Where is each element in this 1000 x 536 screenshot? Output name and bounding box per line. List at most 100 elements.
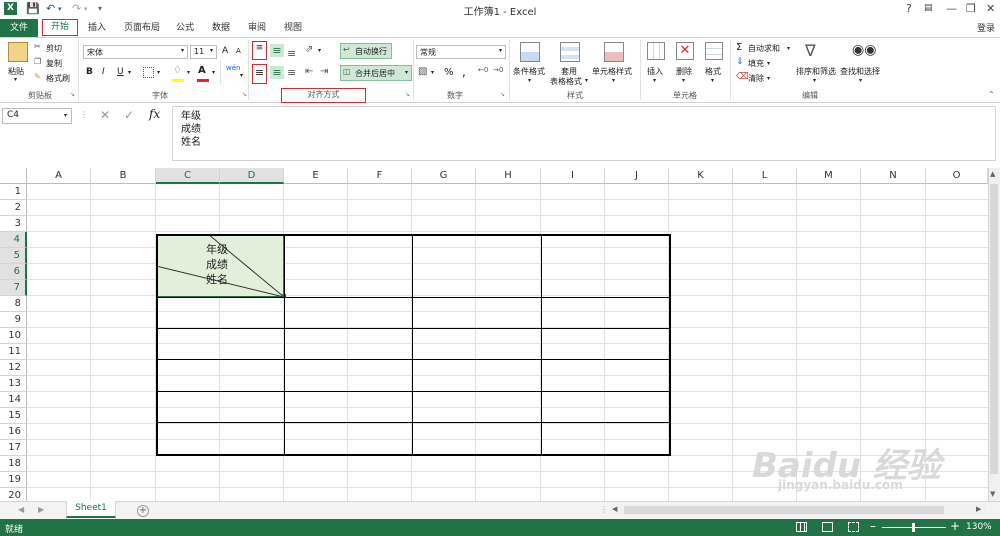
decrease-indent-button[interactable]: ⇤ bbox=[305, 66, 313, 77]
shrink-font-button[interactable]: A bbox=[236, 47, 241, 55]
sort-dropdown-icon[interactable]: ▾ bbox=[813, 77, 816, 84]
column-header-m[interactable]: M bbox=[797, 168, 861, 184]
row-header-8[interactable]: 8 bbox=[0, 296, 27, 312]
scroll-up-icon[interactable]: ▲ bbox=[990, 170, 995, 178]
format-dropdown-icon[interactable]: ▾ bbox=[711, 77, 714, 84]
increase-decimal-icon[interactable]: ←0 bbox=[478, 66, 488, 74]
row-header-9[interactable]: 9 bbox=[0, 312, 27, 328]
row-header-11[interactable]: 11 bbox=[0, 344, 27, 360]
borders-dropdown-icon[interactable]: ▾ bbox=[157, 69, 160, 76]
formula-input[interactable]: 年级 成绩 姓名 bbox=[172, 106, 996, 161]
bottom-align-button[interactable]: ≡ bbox=[287, 47, 296, 60]
minimize-button[interactable]: — bbox=[946, 2, 957, 15]
insert-dropdown-icon[interactable]: ▾ bbox=[653, 77, 656, 84]
paste-icon[interactable] bbox=[8, 42, 28, 62]
normal-view-icon[interactable] bbox=[796, 522, 807, 532]
row-header-6[interactable]: 6 bbox=[0, 264, 27, 280]
clipboard-launcher-icon[interactable]: ↘ bbox=[70, 91, 75, 98]
zoom-out-button[interactable]: – bbox=[870, 519, 876, 533]
collapse-ribbon-icon[interactable]: ⌃ bbox=[988, 90, 995, 99]
row-header-2[interactable]: 2 bbox=[0, 200, 27, 216]
column-header-h[interactable]: H bbox=[476, 168, 541, 184]
number-format-select[interactable]: 常规 ▾ bbox=[416, 45, 506, 59]
phonetic-guide-dropdown-icon[interactable]: ▾ bbox=[240, 72, 243, 79]
row-header-13[interactable]: 13 bbox=[0, 376, 27, 392]
prev-sheet-icon[interactable]: ◀ bbox=[18, 505, 24, 514]
new-sheet-button[interactable]: + bbox=[137, 505, 149, 517]
orientation-dropdown-icon[interactable]: ▾ bbox=[318, 47, 321, 54]
close-button[interactable]: ✕ bbox=[986, 2, 995, 15]
underline-dropdown-icon[interactable]: ▾ bbox=[128, 69, 131, 76]
scroll-left-icon[interactable]: ◀ bbox=[612, 505, 617, 513]
increase-indent-button[interactable]: ⇥ bbox=[320, 66, 328, 77]
format-as-table-line2[interactable]: 表格格式 bbox=[550, 76, 582, 87]
row-header-19[interactable]: 19 bbox=[0, 472, 27, 488]
delete-dropdown-icon[interactable]: ▾ bbox=[682, 77, 685, 84]
tab-split-grip-icon[interactable]: ⋮ bbox=[600, 505, 608, 514]
scroll-down-icon[interactable]: ▼ bbox=[990, 490, 995, 498]
delete-cells-icon[interactable]: ✕ bbox=[676, 42, 694, 60]
cancel-entry-icon[interactable]: ✕ bbox=[100, 108, 110, 122]
row-header-16[interactable]: 16 bbox=[0, 424, 27, 440]
column-header-f[interactable]: F bbox=[348, 168, 412, 184]
row-header-10[interactable]: 10 bbox=[0, 328, 27, 344]
bold-button[interactable]: B bbox=[86, 67, 93, 77]
format-as-table-icon[interactable] bbox=[560, 42, 580, 62]
format-cells-button[interactable]: 格式 bbox=[705, 66, 721, 77]
tab-review[interactable]: 审阅 bbox=[242, 19, 272, 37]
page-layout-view-icon[interactable] bbox=[822, 522, 833, 532]
tab-data[interactable]: 数据 bbox=[206, 19, 236, 37]
row-header-17[interactable]: 17 bbox=[0, 440, 27, 456]
top-align-button[interactable]: ≡ bbox=[252, 41, 267, 60]
row-header-15[interactable]: 15 bbox=[0, 408, 27, 424]
borders-icon[interactable] bbox=[143, 67, 154, 78]
font-name-select[interactable]: 宋体 ▾ bbox=[83, 45, 188, 59]
find-dropdown-icon[interactable]: ▾ bbox=[859, 77, 862, 84]
next-sheet-icon[interactable]: ▶ bbox=[38, 505, 44, 514]
column-header-j[interactable]: J bbox=[605, 168, 669, 184]
conditional-dropdown-icon[interactable]: ▾ bbox=[528, 77, 531, 84]
select-all-corner[interactable] bbox=[0, 168, 27, 184]
autosum-button[interactable]: 自动求和 bbox=[748, 43, 780, 54]
font-size-select[interactable]: 11 ▾ bbox=[190, 45, 217, 59]
column-header-i[interactable]: I bbox=[541, 168, 605, 184]
ribbon-display-icon[interactable]: ▤ bbox=[924, 3, 933, 13]
column-header-o[interactable]: O bbox=[926, 168, 988, 184]
number-launcher-icon[interactable]: ↘ bbox=[500, 91, 505, 98]
conditional-formatting-icon[interactable] bbox=[520, 42, 540, 62]
tab-page-layout[interactable]: 页面布局 bbox=[118, 19, 166, 37]
row-header-4[interactable]: 4 bbox=[0, 232, 27, 248]
accounting-format-icon[interactable]: ▧ bbox=[418, 66, 427, 77]
fill-color-dropdown-icon[interactable]: ▾ bbox=[187, 69, 190, 76]
align-left-button[interactable]: ≡ bbox=[252, 64, 267, 84]
zoom-in-button[interactable]: + bbox=[950, 519, 960, 533]
delete-cells-button[interactable]: 删除 bbox=[676, 66, 692, 77]
column-header-l[interactable]: L bbox=[733, 168, 797, 184]
column-header-g[interactable]: G bbox=[412, 168, 476, 184]
row-header-1[interactable]: 1 bbox=[0, 184, 27, 200]
font-color-icon[interactable]: A bbox=[198, 65, 206, 76]
name-box[interactable]: C4 ▾ bbox=[2, 108, 72, 124]
fill-color-icon[interactable]: ♢ bbox=[173, 65, 182, 76]
underline-button[interactable]: U bbox=[117, 67, 124, 77]
column-header-b[interactable]: B bbox=[91, 168, 156, 184]
page-break-view-icon[interactable] bbox=[848, 522, 859, 532]
row-header-7[interactable]: 7 bbox=[0, 280, 27, 296]
row-header-12[interactable]: 12 bbox=[0, 360, 27, 376]
tab-home[interactable]: 开始 bbox=[42, 19, 78, 36]
comma-style-button[interactable]: , bbox=[462, 65, 466, 79]
align-right-button[interactable]: ≡ bbox=[287, 66, 296, 79]
row-header-18[interactable]: 18 bbox=[0, 456, 27, 472]
middle-align-button[interactable]: ≡ bbox=[270, 44, 284, 57]
cell-styles-button[interactable]: 单元格样式 bbox=[592, 66, 632, 77]
merge-dropdown-icon[interactable]: ▾ bbox=[405, 69, 408, 76]
column-header-d[interactable]: D bbox=[220, 168, 284, 184]
tab-view[interactable]: 视图 bbox=[278, 19, 308, 37]
row-header-5[interactable]: 5 bbox=[0, 248, 27, 264]
login-link[interactable]: 登录 bbox=[972, 20, 1000, 38]
column-header-e[interactable]: E bbox=[284, 168, 348, 184]
find-select-button[interactable]: 查找和选择 bbox=[840, 66, 880, 77]
column-header-k[interactable]: K bbox=[669, 168, 733, 184]
tab-formulas[interactable]: 公式 bbox=[170, 19, 200, 37]
insert-function-button[interactable]: fx bbox=[149, 107, 160, 121]
